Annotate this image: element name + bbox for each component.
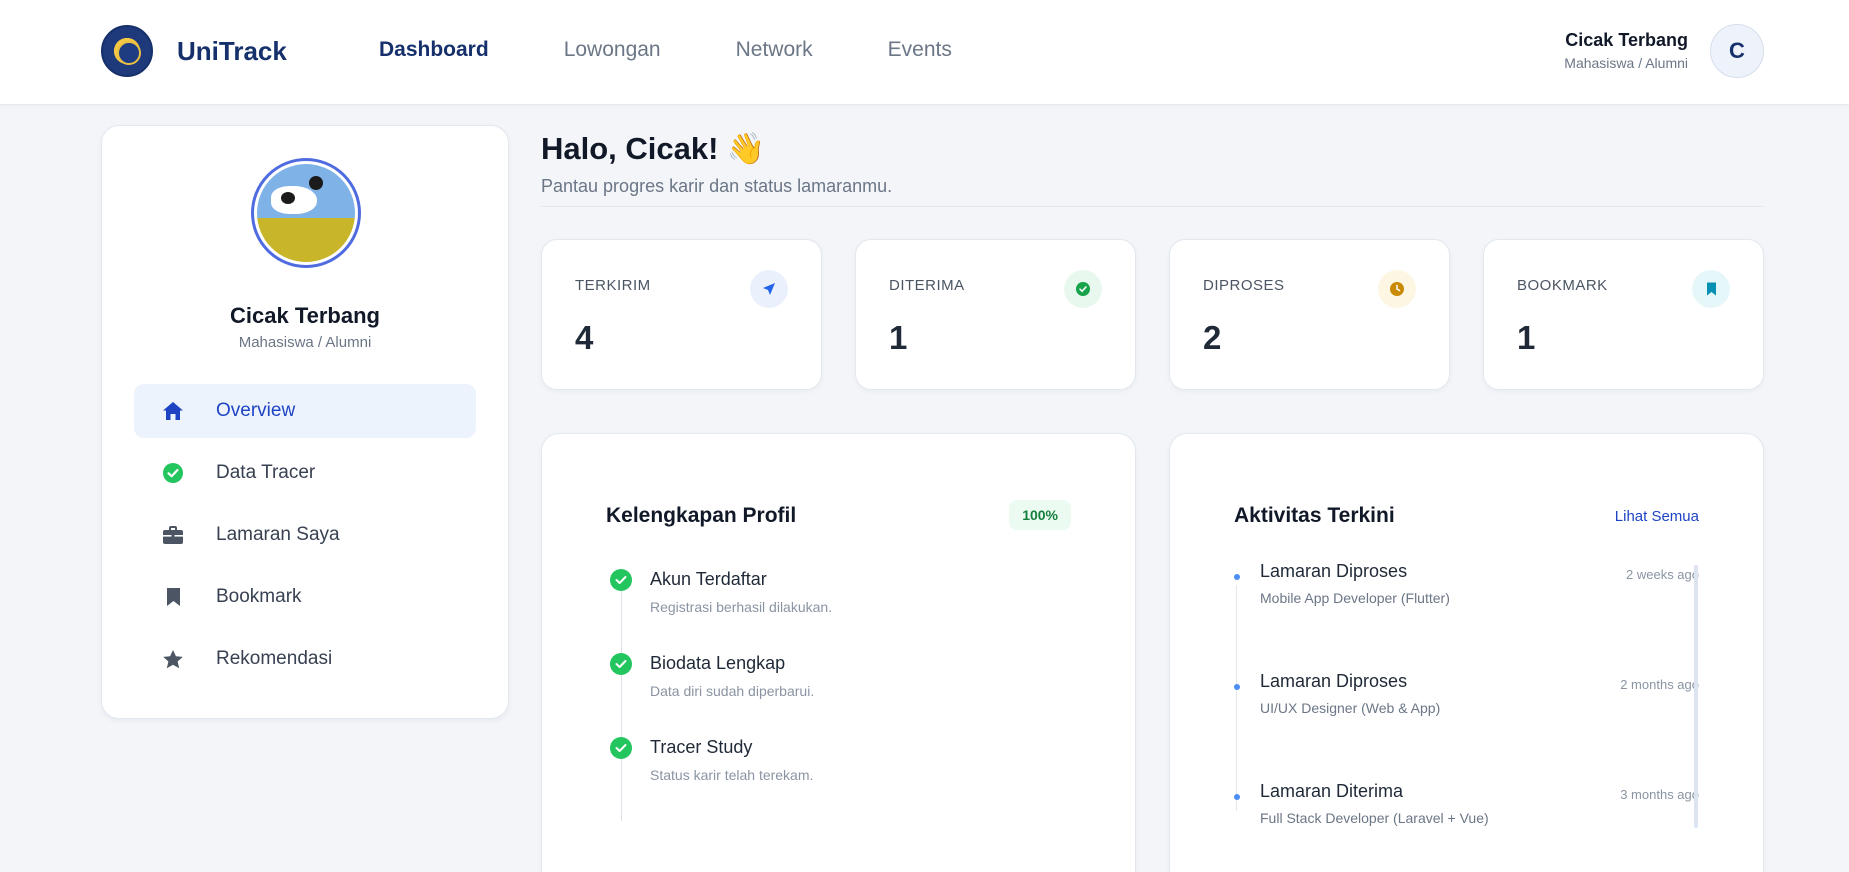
check-circle-icon [610,653,632,675]
sidebar-item-label: Lamaran Saya [216,524,340,545]
main-nav: Dashboard Lowongan Network Events [379,38,1027,62]
briefcase-icon [146,526,200,544]
panel-title: Aktivitas Terkini [1234,504,1395,527]
sidebar-item-bookmark[interactable]: Bookmark [134,570,476,624]
profile-photo [257,164,355,262]
nav-events[interactable]: Events [888,38,952,62]
sidebar-item-label: Rekomendasi [216,648,333,669]
stat-card-bookmark[interactable]: BOOKMARK 1 [1483,239,1764,390]
list-item: Akun Terdaftar Registrasi berhasil dilak… [606,569,1066,653]
greeting-text: Halo, Cicak! [541,131,719,166]
send-icon [750,270,788,308]
stat-value: 4 [575,319,594,356]
stat-value: 2 [1203,319,1222,356]
waving-hand-icon: 👋 [726,131,766,166]
timeline-dot [1234,794,1240,800]
sidebar-user-name: Cicak Terbang [230,303,380,328]
activity-time: 2 months ago [1620,677,1699,692]
timeline-dot [1234,574,1240,580]
check-circle-icon [1064,270,1102,308]
profile-completeness-panel: Kelengkapan Profil 100% Akun Terdaftar R… [541,433,1136,872]
nav-dashboard[interactable]: Dashboard [379,38,489,62]
stat-label: DIPROSES [1203,277,1285,294]
nav-lowongan[interactable]: Lowongan [564,38,661,62]
step-desc: Data diri sudah diperbarui. [650,683,815,699]
activity-desc: UI/UX Designer (Web & App) [1260,700,1441,716]
timeline-dot [1234,684,1240,690]
page-title: Halo, Cicak! 👋 [541,130,765,167]
activity-time: 3 months ago [1620,787,1699,802]
activity-list: Lamaran Diproses 2 weeks ago Mobile App … [1234,561,1699,872]
brand-name[interactable]: UniTrack [177,36,287,67]
activity-desc: Mobile App Developer (Flutter) [1260,590,1450,606]
list-item[interactable]: Lamaran Diproses 2 weeks ago Mobile App … [1234,561,1699,671]
completeness-badge: 100% [1009,500,1071,530]
profile-steps: Akun Terdaftar Registrasi berhasil dilak… [606,569,1066,821]
home-icon [146,401,200,421]
check-circle-icon [146,463,200,483]
bookmark-icon [146,587,200,607]
sidebar-user-role: Mahasiswa / Alumni [238,334,372,351]
list-item[interactable]: Lamaran Diproses 2 months ago UI/UX Desi… [1234,671,1699,781]
sidebar-item-data-tracer[interactable]: Data Tracer [134,446,476,500]
step-title: Akun Terdaftar [650,569,767,589]
activity-desc: Full Stack Developer (Laravel + Vue) [1260,810,1489,826]
step-desc: Status karir telah terekam. [650,767,814,783]
list-item: Biodata Lengkap Data diri sudah diperbar… [606,653,1066,737]
star-icon [146,649,200,670]
step-desc: Registrasi berhasil dilakukan. [650,599,833,615]
see-all-link[interactable]: Lihat Semua [1615,508,1699,525]
sidebar-item-rekomendasi[interactable]: Rekomendasi [134,632,476,686]
sidebar-item-label: Bookmark [216,586,302,607]
check-circle-icon [610,737,632,759]
step-title: Tracer Study [650,737,753,757]
sidebar-menu: Overview Data Tracer Lamaran Saya Bookma… [134,384,476,694]
clock-icon [1378,270,1416,308]
list-item: Tracer Study Status karir telah terekam. [606,737,1066,821]
header-divider [541,206,1764,207]
stat-card-terkirim[interactable]: TERKIRIM 4 [541,239,822,390]
list-item[interactable]: Lamaran Diterima 3 months ago Full Stack… [1234,781,1699,872]
user-name: Cicak Terbang [1565,30,1688,50]
profile-sidebar: Cicak Terbang Mahasiswa / Alumni Overvie… [101,125,509,719]
sidebar-item-label: Overview [216,400,296,421]
page-subtitle: Pantau progres karir dan status lamaranm… [541,176,893,196]
sidebar-item-lamaran-saya[interactable]: Lamaran Saya [134,508,476,562]
stat-card-diproses[interactable]: DIPROSES 2 [1169,239,1450,390]
user-avatar[interactable]: C [1710,24,1764,78]
sidebar-item-overview[interactable]: Overview [134,384,476,438]
check-circle-icon [610,569,632,591]
stat-label: TERKIRIM [575,277,651,294]
stat-label: BOOKMARK [1517,277,1608,294]
stat-value: 1 [889,319,908,356]
university-logo-icon[interactable] [101,25,153,77]
top-navbar: UniTrack Dashboard Lowongan Network Even… [0,0,1849,105]
activity-scrollbar[interactable] [1694,565,1698,828]
bookmark-icon [1692,270,1730,308]
sidebar-item-label: Data Tracer [216,462,316,483]
panel-title: Kelengkapan Profil [606,504,797,527]
user-role: Mahasiswa / Alumni [1564,55,1688,71]
stat-value: 1 [1517,319,1536,356]
user-menu[interactable]: Cicak Terbang Mahasiswa / Alumni [1564,30,1688,71]
recent-activity-panel: Aktivitas Terkini Lihat Semua Lamaran Di… [1169,433,1764,872]
activity-time: 2 weeks ago [1626,567,1699,582]
nav-network[interactable]: Network [736,38,813,62]
profile-avatar [251,158,361,268]
stat-card-diterima[interactable]: DITERIMA 1 [855,239,1136,390]
step-title: Biodata Lengkap [650,653,786,673]
stat-label: DITERIMA [889,277,965,294]
